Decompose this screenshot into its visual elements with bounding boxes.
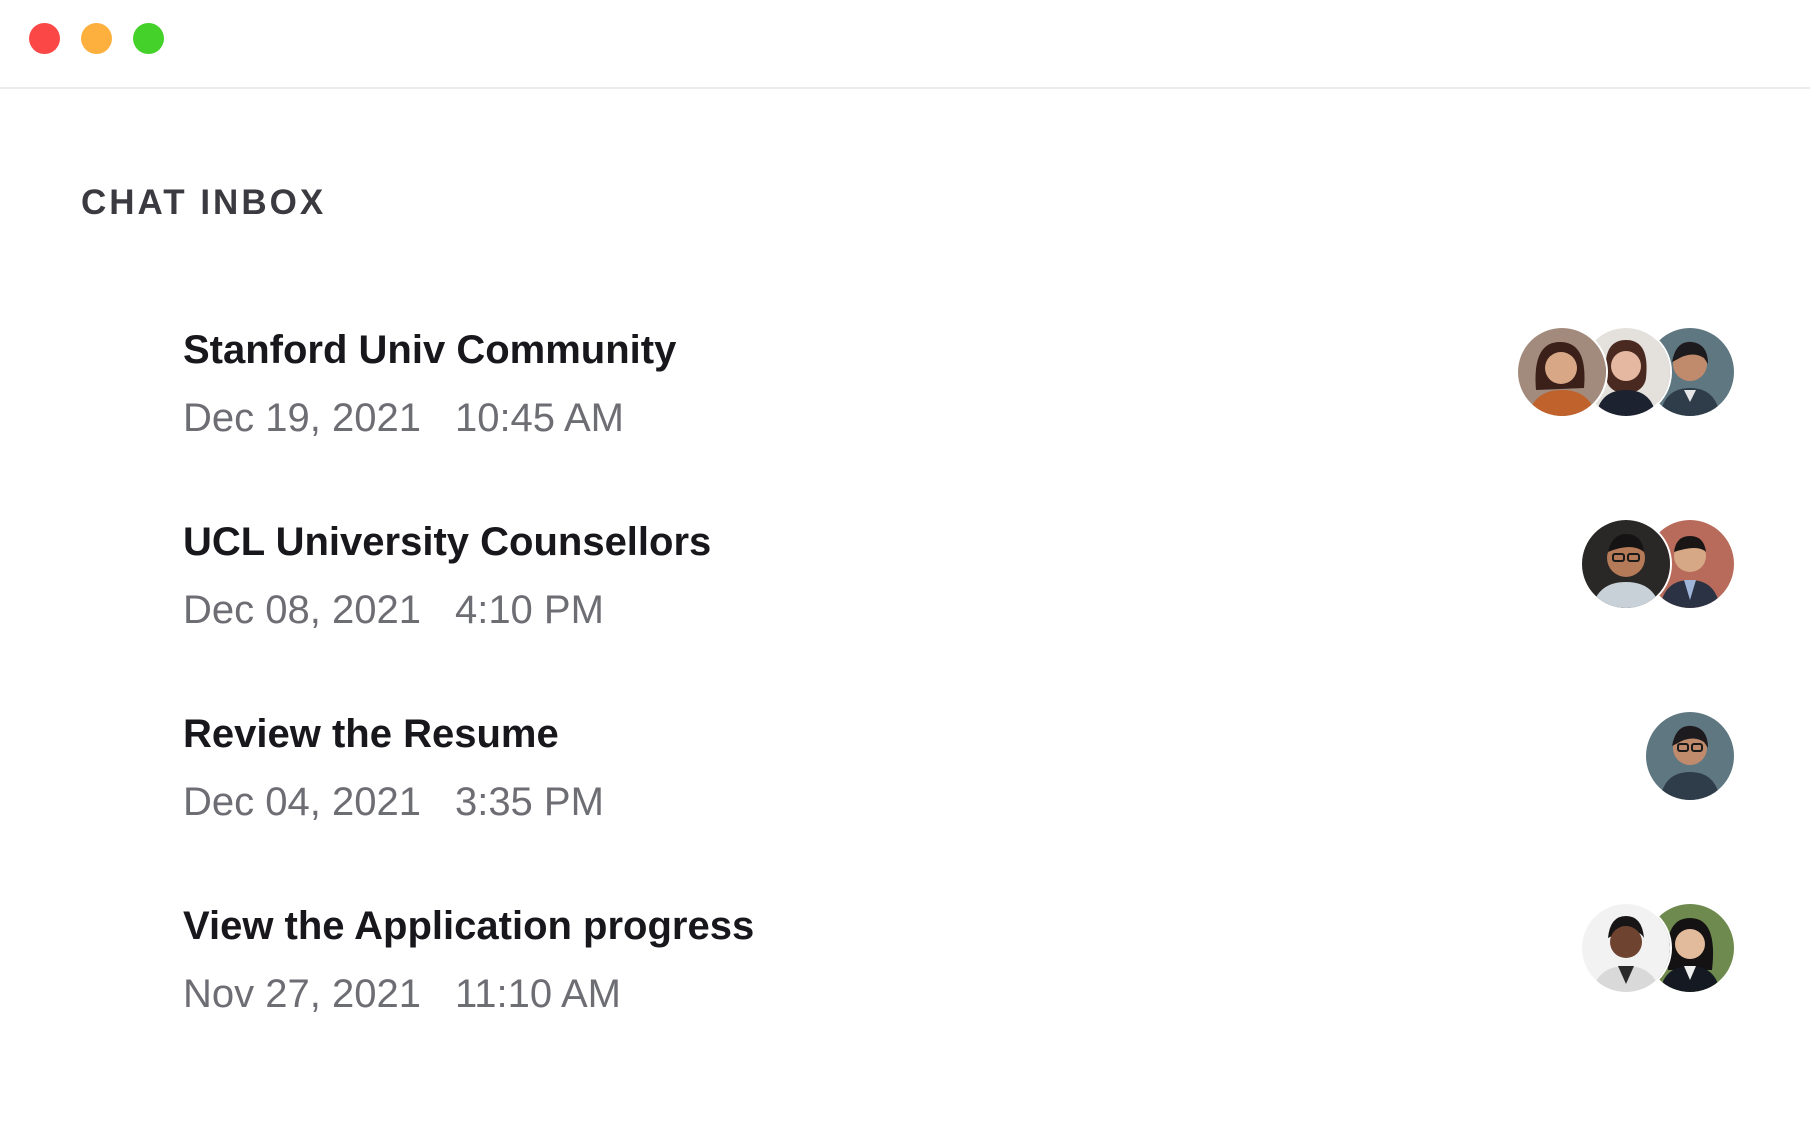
chat-name: Review the Resume: [183, 712, 559, 756]
chat-date: Dec 19, 2021: [183, 396, 421, 440]
window-titlebar: [0, 0, 1810, 89]
chat-timestamp: Dec 04, 2021 3:35 PM: [183, 778, 604, 826]
participant-avatars: [1580, 902, 1736, 994]
participant-avatars: [1644, 710, 1736, 802]
avatar[interactable]: [1516, 326, 1608, 418]
chat-time: 4:10 PM: [454, 588, 604, 632]
chat-time: 3:35 PM: [454, 780, 604, 824]
chat-timestamp: Dec 08, 2021 4:10 PM: [183, 586, 604, 634]
chat-date: Dec 04, 2021: [183, 780, 421, 824]
chat-time: 11:10 AM: [454, 972, 621, 1016]
chat-item[interactable]: View the Application progress Nov 27, 20…: [176, 902, 1736, 1052]
avatar[interactable]: [1644, 710, 1736, 802]
chat-timestamp: Dec 19, 2021 10:45 AM: [183, 394, 624, 442]
chat-item[interactable]: Review the Resume Dec 04, 2021 3:35 PM: [176, 710, 1736, 860]
chat-item[interactable]: Stanford Univ Community Dec 19, 2021 10:4…: [176, 326, 1736, 476]
chat-item[interactable]: UCL University Counsellors Dec 08, 2021 4…: [176, 518, 1736, 668]
close-window-button[interactable]: [29, 23, 60, 54]
chat-time: 10:45 AM: [454, 396, 624, 440]
avatar[interactable]: [1580, 902, 1672, 994]
avatar[interactable]: [1580, 518, 1672, 610]
participant-avatars: [1580, 518, 1736, 610]
chat-date: Nov 27, 2021: [183, 972, 421, 1016]
chat-name: UCL University Counsellors: [183, 520, 712, 564]
participant-avatars: [1516, 326, 1736, 418]
chat-name: Stanford Univ Community: [183, 328, 677, 372]
chat-name: View the Application progress: [183, 904, 755, 948]
chat-timestamp: Nov 27, 2021 11:10 AM: [183, 970, 621, 1018]
minimize-window-button[interactable]: [81, 23, 112, 54]
page-title: CHAT INBOX: [81, 183, 327, 222]
zoom-window-button[interactable]: [133, 23, 164, 54]
chat-date: Dec 08, 2021: [183, 588, 421, 632]
